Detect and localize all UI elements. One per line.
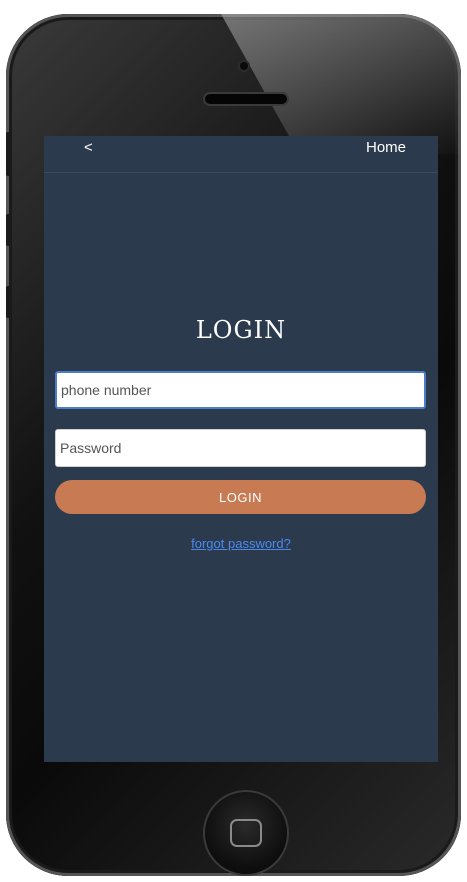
app-screen: < Home LOGIN LOGIN forgot password?	[44, 136, 438, 762]
camera-icon	[238, 60, 250, 72]
page: < Home LOGIN LOGIN forgot password?	[0, 0, 467, 882]
rounded-square-icon	[230, 819, 262, 847]
home-link[interactable]: Home	[366, 139, 406, 156]
back-button[interactable]: <	[84, 139, 93, 156]
volume-up-button	[6, 214, 12, 246]
volume-down-button	[6, 286, 12, 318]
page-title: LOGIN	[195, 316, 287, 344]
phone-number-input[interactable]	[55, 371, 426, 409]
phone-glare	[221, 14, 461, 154]
login-button[interactable]: LOGIN	[55, 480, 426, 514]
top-navigation-bar: < Home	[44, 136, 438, 173]
forgot-password-link[interactable]: forgot password?	[44, 536, 438, 551]
speaker-icon	[203, 92, 289, 106]
mute-switch	[6, 132, 12, 176]
home-button[interactable]	[203, 790, 289, 876]
password-input[interactable]	[55, 429, 426, 467]
